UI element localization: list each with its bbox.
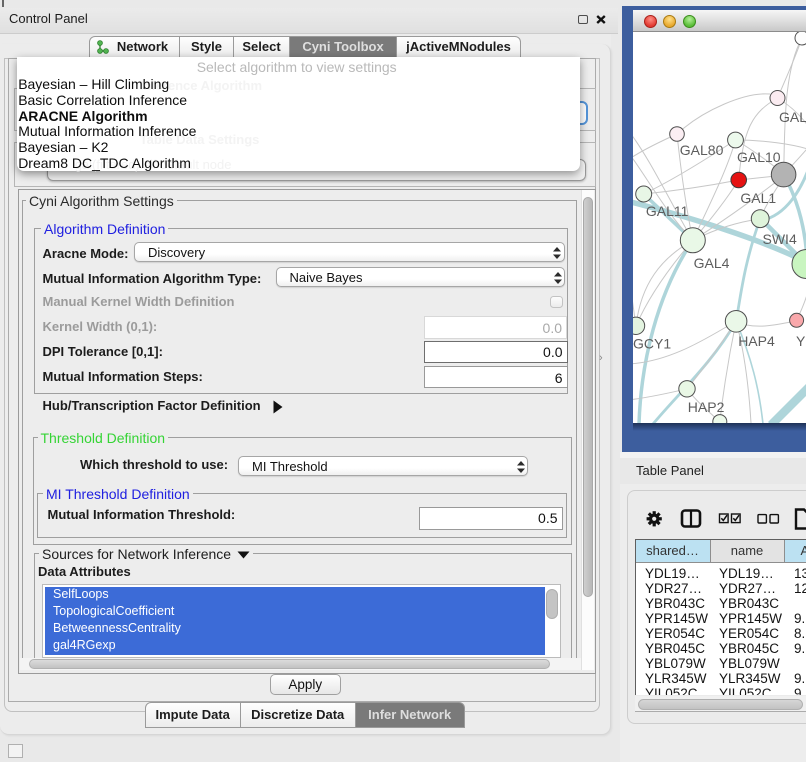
svg-text:HAP4: HAP4	[738, 333, 775, 349]
svg-text:GAL11: GAL11	[646, 203, 689, 219]
svg-text:GAL2: GAL2	[779, 109, 806, 125]
svg-text:SWI4: SWI4	[763, 231, 797, 247]
svg-text:GAL4: GAL4	[694, 255, 730, 271]
svg-text:GAL80: GAL80	[680, 142, 724, 158]
svg-text:YM: YM	[796, 333, 806, 349]
svg-text:GAL10: GAL10	[737, 149, 781, 165]
svg-text:HAP2: HAP2	[688, 399, 725, 415]
svg-text:GCY1: GCY1	[633, 336, 671, 352]
svg-text:GAL1: GAL1	[740, 190, 776, 206]
